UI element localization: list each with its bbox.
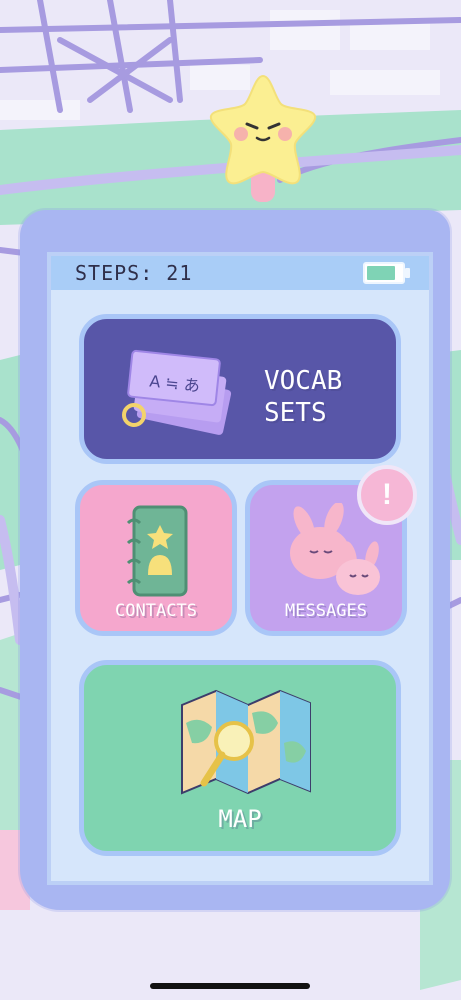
home-indicator[interactable] xyxy=(150,983,310,989)
vocab-sets-label: VOCAB SETS xyxy=(264,365,342,429)
status-bar: STEPS: 21 xyxy=(51,256,429,290)
star-mascot-icon[interactable] xyxy=(205,72,321,202)
flashcards-icon: A ≒ あ xyxy=(122,349,232,435)
battery-icon xyxy=(363,262,410,284)
vocab-label-line2: SETS xyxy=(264,398,327,428)
battery-level xyxy=(367,266,396,280)
steps-counter: STEPS: 21 xyxy=(75,261,193,285)
messages-label: MESSAGES xyxy=(285,601,367,621)
battery-nub xyxy=(405,268,410,278)
map-label: MAP xyxy=(218,805,262,833)
vocab-sets-button[interactable]: A ≒ あ VOCAB SETS xyxy=(79,314,401,464)
vocab-label-line1: VOCAB xyxy=(264,366,343,396)
contacts-label: CONTACTS xyxy=(115,601,197,621)
messages-alert-badge[interactable]: ! xyxy=(357,465,417,525)
map-button[interactable]: MAP xyxy=(79,660,401,856)
contacts-button[interactable]: CONTACTS xyxy=(75,480,237,636)
device-screen: STEPS: 21 A ≒ あ VOCAB SETS CONTACTS MESS… xyxy=(47,252,433,885)
folded-map-icon xyxy=(181,689,311,795)
address-book-icon xyxy=(126,505,188,597)
